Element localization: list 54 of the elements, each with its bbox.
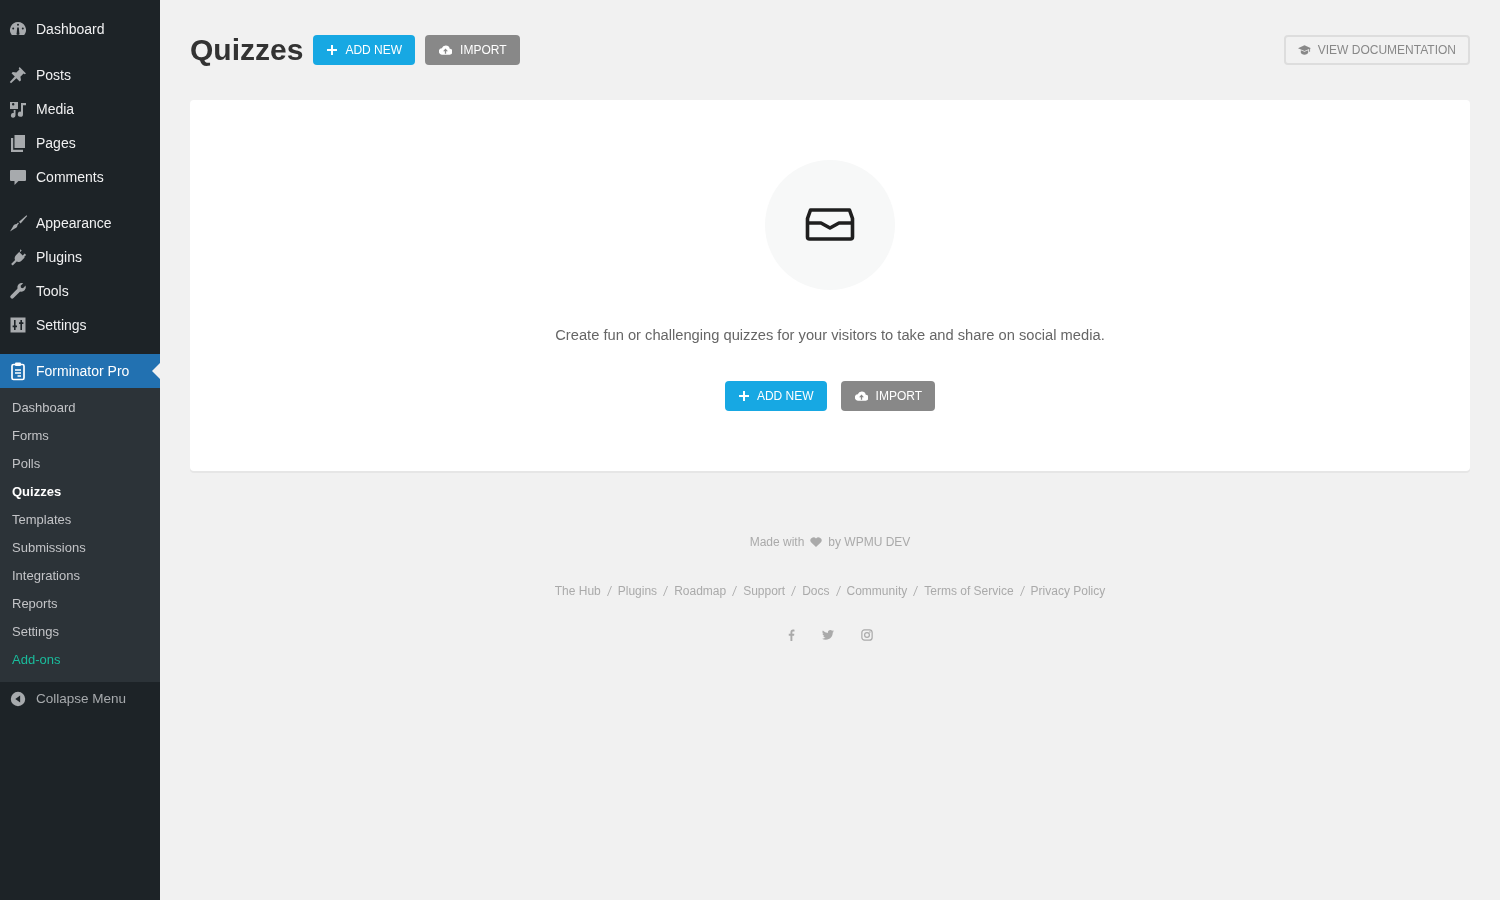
- bird-icon[interactable]: [821, 630, 834, 640]
- empty-state-message: Create fun or challenging quizzes for your visitors to take and share on social media.: [555, 326, 1105, 345]
- slash-separator-icon: [732, 586, 738, 596]
- sidebar-menu-item[interactable]: Comments: [8, 166, 104, 188]
- submenu-item[interactable]: Quizzes: [12, 482, 62, 502]
- circle-left-arrow-icon: [9, 690, 27, 708]
- import-button[interactable]: IMPORT: [425, 35, 520, 65]
- wrench-icon: [8, 281, 28, 301]
- paintbrush-icon: [8, 213, 28, 233]
- slash-separator-icon: [791, 586, 797, 596]
- cloud-upload-icon: [439, 45, 453, 55]
- submenu-item[interactable]: Submissions: [12, 538, 86, 558]
- submenu-item[interactable]: Integrations: [12, 566, 80, 586]
- clipboard-icon: [8, 361, 28, 381]
- plus-icon: [738, 391, 749, 401]
- slash-separator-icon: [913, 586, 919, 596]
- pages-icon: [8, 133, 28, 153]
- footer-credit-text: Made with: [749, 534, 805, 551]
- submenu-item[interactable]: Add-ons: [12, 650, 61, 670]
- submenu-item[interactable]: Reports: [12, 594, 58, 614]
- submenu-item[interactable]: Settings: [12, 622, 59, 642]
- import-button[interactable]: IMPORT: [840, 381, 936, 411]
- collapse-menu-button[interactable]: Collapse Menu: [9, 688, 127, 710]
- pointer-triangle-icon: [152, 363, 160, 379]
- sidebar-menu-item[interactable]: Dashboard: [8, 18, 105, 40]
- sliders-icon: [8, 315, 28, 335]
- pin-icon: [8, 65, 28, 85]
- sidebar-menu-item[interactable]: Forminator Pro: [0, 354, 160, 388]
- plus-icon: [327, 45, 338, 55]
- submenu-item[interactable]: Dashboard: [12, 398, 76, 418]
- submenu-item[interactable]: Forms: [12, 426, 49, 446]
- graduation-cap-icon: [1297, 45, 1311, 55]
- slash-separator-icon: [1019, 586, 1025, 596]
- submenu-item[interactable]: Templates: [12, 510, 72, 530]
- submenu-item[interactable]: Polls: [12, 454, 41, 474]
- sidebar-menu-item[interactable]: Appearance: [8, 212, 112, 234]
- cloud-upload-icon: [854, 391, 868, 401]
- footer-credit-text: by WPMU DEV: [828, 534, 911, 551]
- slash-separator-icon: [606, 586, 612, 596]
- page-title: Quizzes: [190, 35, 304, 65]
- speech-bubble-icon: [8, 167, 28, 187]
- camera-icon[interactable]: [860, 629, 873, 641]
- inbox-tray-icon: [765, 160, 895, 290]
- sidebar-menu-item[interactable]: Pages: [8, 132, 76, 154]
- f-letter-icon[interactable]: [787, 629, 795, 641]
- media-icon: [8, 99, 28, 119]
- sidebar-menu-item[interactable]: Settings: [8, 314, 87, 336]
- sidebar-menu-item[interactable]: Tools: [8, 280, 69, 302]
- slash-separator-icon: [663, 586, 669, 596]
- sidebar-menu-item[interactable]: Posts: [8, 64, 71, 86]
- sidebar-menu-item[interactable]: Plugins: [8, 246, 82, 268]
- slash-separator-icon: [835, 586, 841, 596]
- sidebar-menu-item[interactable]: Media: [8, 98, 75, 120]
- heart-icon: [810, 537, 823, 547]
